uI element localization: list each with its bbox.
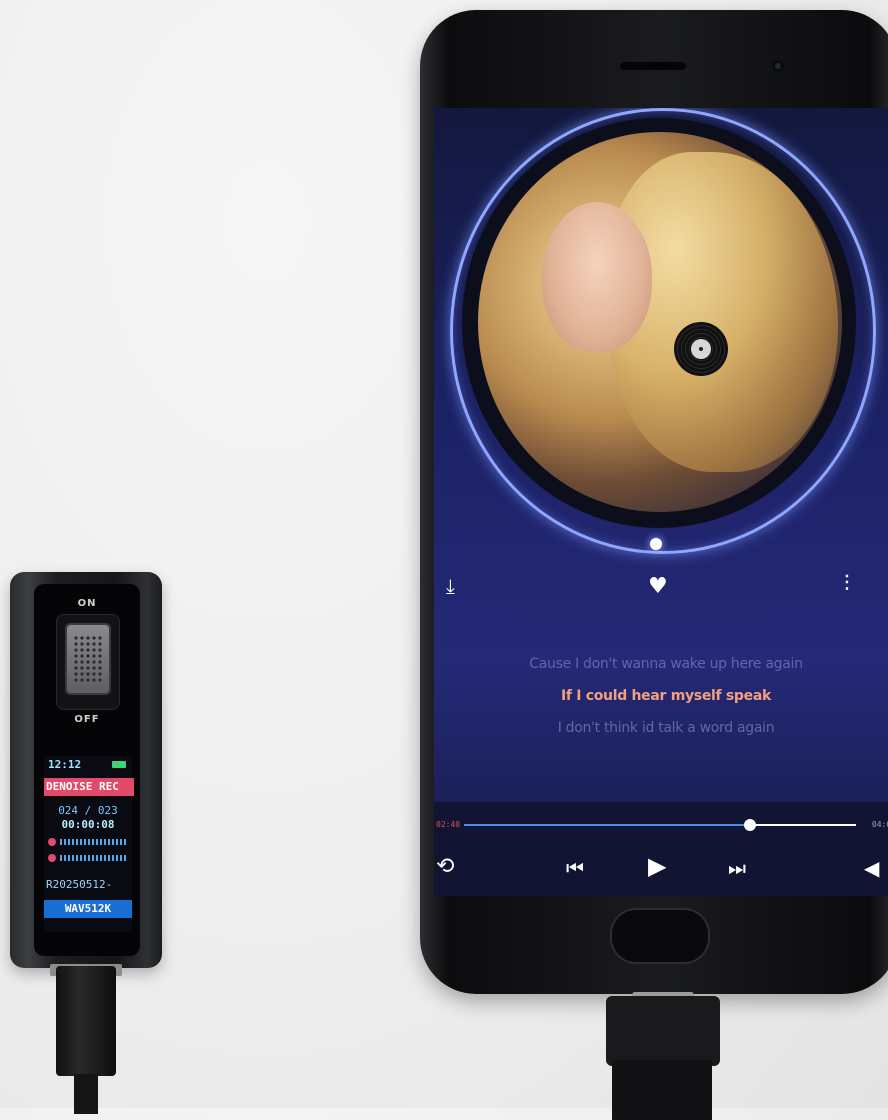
vinyl-record-icon (674, 322, 728, 376)
smartphone: ⤓ ♥ ⫶ Cause I don't wanna wake up here a… (420, 10, 888, 994)
playback-controls: 02:40 04:00 ⟲ ⏮ ▶ ⏭ ◀ (434, 802, 888, 896)
progress-slider[interactable] (464, 819, 856, 831)
phone-usb-plug (606, 996, 720, 1066)
previous-track-icon[interactable]: ⏮ (566, 856, 584, 880)
power-switch-knob[interactable] (65, 623, 111, 695)
lcd-file-count: 024 / 023 (58, 804, 118, 817)
power-switch[interactable] (56, 614, 120, 710)
lyric-current: If I could hear myself speak (560, 688, 772, 704)
recorder-lcd-screen: 12:12 DENOISE REC 024 / 023 00:00:08 R20… (44, 756, 134, 932)
music-player-screen: ⤓ ♥ ⫶ Cause I don't wanna wake up here a… (434, 108, 888, 896)
elapsed-time: 02:40 (436, 820, 461, 829)
volume-icon[interactable]: ◀ (864, 856, 879, 880)
ring-progress-thumb[interactable] (650, 538, 662, 550)
lyric-previous: Cause I don't wanna wake up here again (529, 656, 803, 672)
phone-cable (612, 1060, 712, 1120)
switch-on-label: ON (77, 598, 97, 609)
album-art-face (542, 202, 652, 352)
earpiece-speaker (620, 62, 686, 70)
level-bars (60, 855, 126, 861)
repeat-icon[interactable]: ⟲ (436, 854, 454, 879)
level-meter-left (48, 838, 128, 846)
switch-off-label: OFF (74, 714, 100, 725)
level-bars (60, 839, 126, 845)
progress-fill (464, 824, 751, 826)
lcd-format: WAV512K (44, 900, 132, 918)
channel-l-icon (48, 838, 56, 846)
lyric-next: I don't think id talk a word again (557, 720, 775, 736)
lcd-file-name: R20250512- (46, 878, 113, 891)
home-button[interactable] (610, 908, 710, 964)
album-art (478, 132, 842, 512)
level-meter-right (48, 854, 128, 862)
progress-thumb[interactable] (744, 819, 757, 831)
download-icon[interactable]: ⤓ (446, 574, 455, 598)
total-time: 04:00 (871, 820, 888, 829)
channel-r-icon (48, 854, 56, 862)
heart-icon[interactable]: ♥ (648, 574, 668, 599)
battery-icon (112, 761, 126, 768)
recorder-face: ON OFF 12:12 DENOISE REC 024 / 023 00:00… (34, 584, 140, 956)
play-icon[interactable]: ▶ (648, 852, 666, 880)
recorder-cable (74, 1074, 98, 1114)
lcd-mode: DENOISE REC (44, 778, 134, 796)
recorder-usb-plug (56, 966, 116, 1076)
lcd-elapsed-time: 00:00:08 (61, 818, 115, 831)
voice-recorder-device: ON OFF 12:12 DENOISE REC 024 / 023 00:00… (10, 572, 162, 968)
next-track-icon[interactable]: ⏭ (728, 856, 746, 880)
equalizer-icon[interactable]: ⫶ (844, 572, 850, 597)
front-camera (772, 60, 784, 72)
